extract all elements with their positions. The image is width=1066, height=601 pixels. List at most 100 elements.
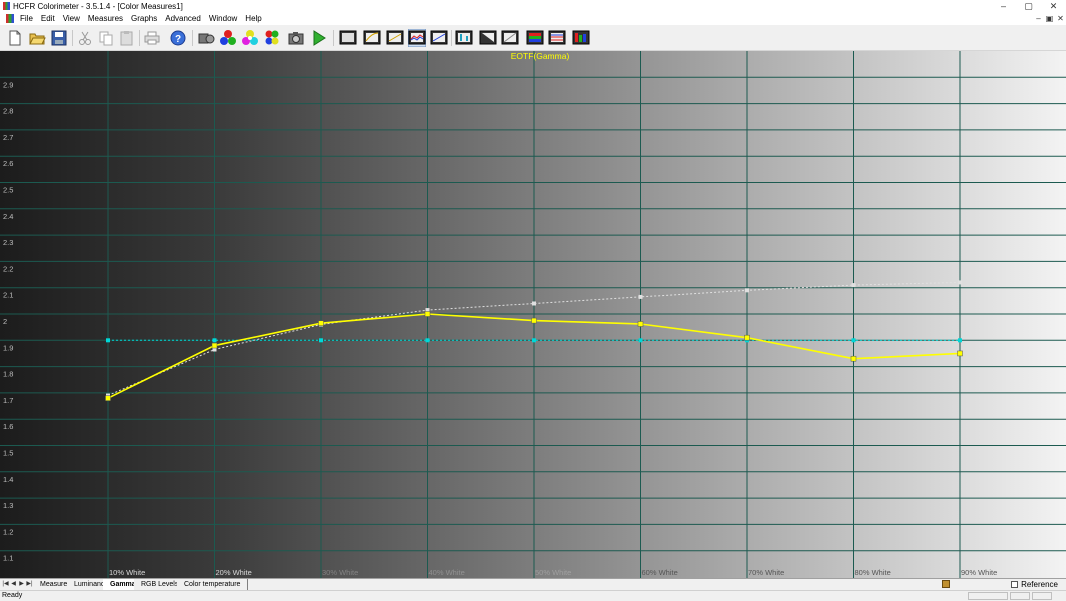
copy-icon[interactable] xyxy=(97,29,115,47)
measured-point[interactable] xyxy=(424,311,431,317)
view-color-temp-icon[interactable] xyxy=(526,29,544,47)
y-tick-label: 2 xyxy=(3,317,7,326)
generator-icon[interactable] xyxy=(197,29,215,47)
y-tick-label: 1.7 xyxy=(3,396,13,405)
title-bar: HCFR Colorimeter - 3.5.1.4 - [Color Meas… xyxy=(0,0,1066,12)
menu-help[interactable]: Help xyxy=(241,14,265,23)
maximize-button[interactable]: ▢ xyxy=(1016,0,1041,12)
measured-point[interactable] xyxy=(744,334,750,341)
y-tick-label: 1.5 xyxy=(3,449,13,458)
target-point[interactable] xyxy=(319,338,323,343)
view-gray-icon[interactable] xyxy=(339,29,357,47)
toolbar: ? xyxy=(0,25,1066,51)
target-point[interactable] xyxy=(851,338,856,343)
view-cie-icon[interactable] xyxy=(430,29,448,47)
view-near-black-icon[interactable] xyxy=(455,29,473,47)
target-point[interactable] xyxy=(532,338,536,343)
view-measures-icon[interactable] xyxy=(548,29,566,47)
y-tick-label: 2.5 xyxy=(3,186,13,195)
reference-point[interactable] xyxy=(851,283,856,288)
measured-point[interactable] xyxy=(850,355,857,362)
close-button[interactable]: ✕ xyxy=(1041,0,1066,12)
y-tick-label: 2.8 xyxy=(3,107,13,116)
target-point[interactable] xyxy=(958,338,962,343)
reference-checkbox-box[interactable] xyxy=(1011,581,1019,588)
x-tick-label: 70% White xyxy=(748,568,784,577)
status-pane xyxy=(968,592,1008,600)
tab-color-temperature[interactable]: Color temperature xyxy=(177,579,249,590)
gamma-graph[interactable]: 1.1 1.2 1.3 1.4 1.5 1.6 1.7 1.8 1.9 2 2.1 2.2 2.3 2.4… xyxy=(0,51,1066,578)
reference-point[interactable] xyxy=(958,280,962,285)
view-rgb-levels-icon[interactable] xyxy=(501,29,519,47)
status-pane xyxy=(1032,592,1052,600)
x-tick-label: 30% White xyxy=(322,568,358,577)
doc-restore-button[interactable]: ▣ xyxy=(1044,14,1055,23)
help-icon[interactable]: ? xyxy=(169,29,187,47)
menu-edit[interactable]: Edit xyxy=(37,14,59,23)
x-tick-label: 80% White xyxy=(855,568,891,577)
y-tick-label: 1.4 xyxy=(3,475,13,484)
y-tick-label: 2.1 xyxy=(3,291,13,300)
x-tick-label: 10% White xyxy=(109,568,145,577)
camera-icon[interactable] xyxy=(287,29,305,47)
measured-point[interactable] xyxy=(211,342,218,349)
new-document-icon[interactable] xyxy=(6,29,24,47)
y-tick-label: 1.8 xyxy=(3,370,13,379)
view-near-white-icon[interactable] xyxy=(479,29,497,47)
menu-view[interactable]: View xyxy=(59,14,84,23)
target-point[interactable] xyxy=(425,338,430,343)
reference-point[interactable] xyxy=(638,294,643,299)
y-tick-label: 2.4 xyxy=(3,212,13,221)
document-icon[interactable] xyxy=(6,14,14,23)
y-tick-label: 2.9 xyxy=(3,80,13,89)
target-point[interactable] xyxy=(638,338,643,343)
measured-point[interactable] xyxy=(637,321,644,327)
menu-advanced[interactable]: Advanced xyxy=(161,14,205,23)
gamma-chart[interactable]: 1.1 1.2 1.3 1.4 1.5 1.6 1.7 1.8 1.9 2 2.1 2.2 2.3 2.4… xyxy=(0,51,1066,578)
measured-point[interactable] xyxy=(531,317,537,324)
x-tick-label: 60% White xyxy=(642,568,678,577)
menu-measures[interactable]: Measures xyxy=(84,14,127,23)
menu-window[interactable]: Window xyxy=(205,14,241,23)
menu-file[interactable]: File xyxy=(16,14,37,23)
minimize-button[interactable]: – xyxy=(991,0,1016,12)
measured-point[interactable] xyxy=(105,395,111,401)
measure-all-icon[interactable] xyxy=(263,29,281,47)
paste-icon[interactable] xyxy=(118,29,136,47)
reference-checkbox[interactable]: Reference xyxy=(1011,579,1058,590)
reference-point[interactable] xyxy=(532,301,536,306)
save-icon[interactable] xyxy=(50,29,68,47)
doc-minimize-button[interactable]: – xyxy=(1033,14,1044,23)
cut-icon[interactable] xyxy=(76,29,94,47)
target-point[interactable] xyxy=(212,338,217,343)
measure-primaries-icon[interactable] xyxy=(219,29,237,47)
doc-close-button[interactable]: ✕ xyxy=(1055,14,1066,23)
view-graph-alt-icon[interactable] xyxy=(572,29,590,47)
view-tab-bar: |◀ ◀ ▶ ▶| Measures Luminance Gamma RGB L… xyxy=(0,578,1066,590)
open-folder-icon[interactable] xyxy=(28,29,46,47)
x-tick-label: 40% White xyxy=(429,568,465,577)
svg-text:?: ? xyxy=(175,34,181,45)
menu-graphs[interactable]: Graphs xyxy=(127,14,161,23)
view-luminance-icon[interactable] xyxy=(363,29,381,47)
play-icon[interactable] xyxy=(310,29,328,47)
status-pane xyxy=(1010,592,1030,600)
view-gamma-icon[interactable] xyxy=(408,29,426,47)
window-title: HCFR Colorimeter - 3.5.1.4 - [Color Meas… xyxy=(13,1,183,11)
y-tick-label: 2.6 xyxy=(3,159,13,168)
x-tick-labels: 10% White 20% White 30% White 40% White 50% … xyxy=(109,568,997,577)
measured-point[interactable] xyxy=(957,350,963,357)
measured-point[interactable] xyxy=(318,320,324,326)
y-tick-label: 1.1 xyxy=(3,554,13,563)
reference-point[interactable] xyxy=(745,288,749,293)
reference-label: Reference xyxy=(1021,580,1058,589)
reference-measure-icon[interactable] xyxy=(942,580,950,588)
measure-secondaries-icon[interactable] xyxy=(241,29,259,47)
view-saturation-icon[interactable] xyxy=(386,29,404,47)
chart-title: EOTF(Gamma) xyxy=(511,51,570,61)
x-tick-label: 50% White xyxy=(535,568,571,577)
print-icon[interactable] xyxy=(143,29,161,47)
y-tick-label: 2.2 xyxy=(3,264,13,273)
target-point[interactable] xyxy=(106,338,110,343)
y-tick-label: 1.9 xyxy=(3,343,13,352)
